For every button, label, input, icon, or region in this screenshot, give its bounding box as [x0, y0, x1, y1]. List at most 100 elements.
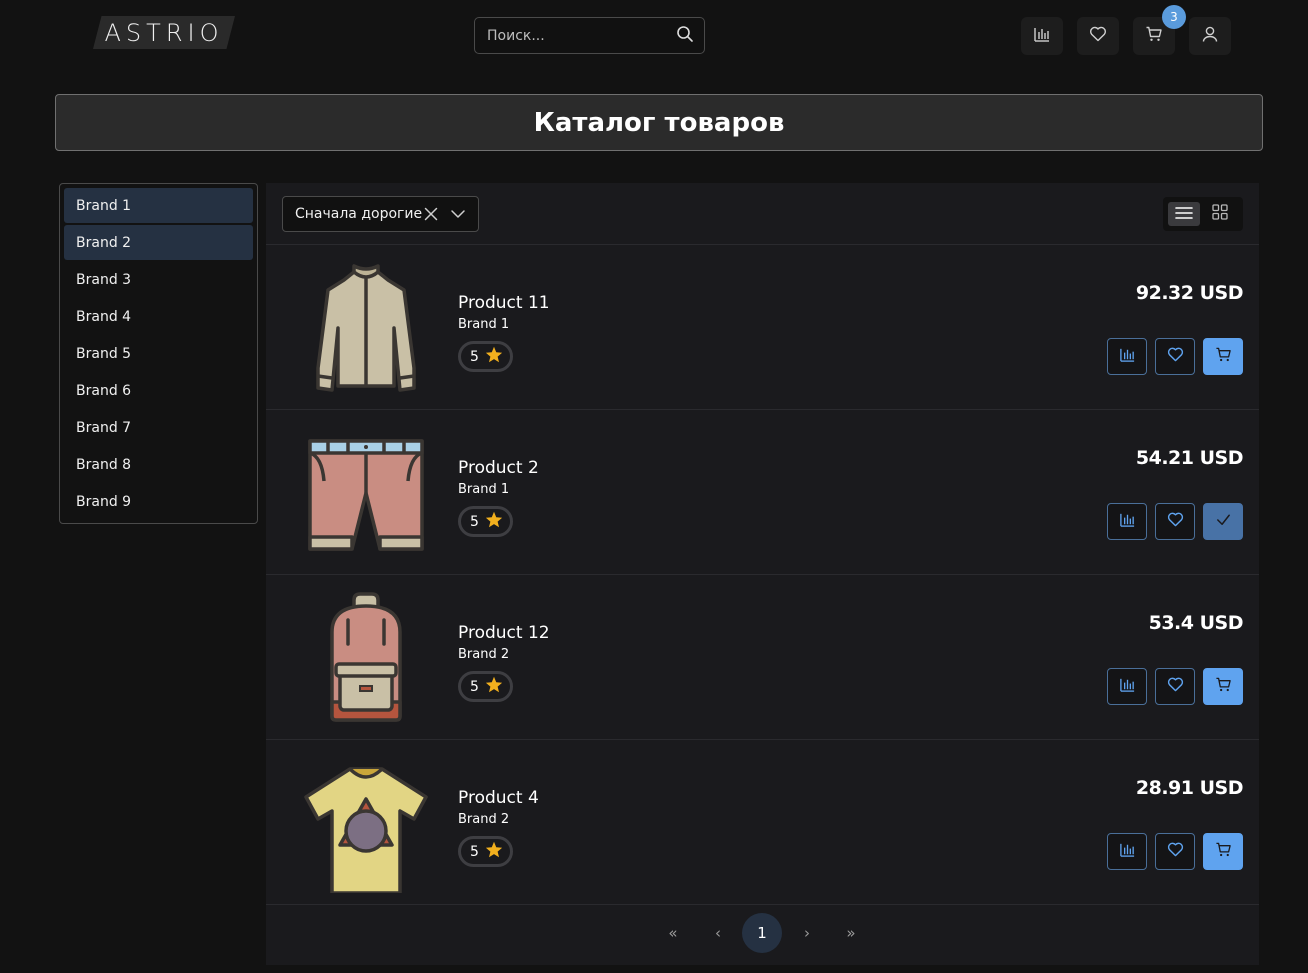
product-price: 28.91 USD	[1135, 777, 1244, 799]
product-row: Product 4 Brand 2 5 28.91 USD	[266, 740, 1259, 905]
add-to-favorites-button[interactable]	[1155, 503, 1195, 540]
add-to-compare-button[interactable]	[1107, 833, 1147, 870]
compare-icon	[1033, 25, 1051, 47]
search-input[interactable]	[487, 27, 676, 44]
brand-filter-item[interactable]: Brand 4	[64, 299, 253, 334]
sort-select[interactable]: Сначала дорогие	[282, 196, 479, 232]
cart-icon	[1215, 841, 1232, 862]
add-to-compare-button[interactable]	[1107, 503, 1147, 540]
sort-value: Сначала дорогие	[295, 206, 423, 222]
brand-filter-label: Brand 1	[76, 197, 132, 214]
brand-filter-item[interactable]: Brand 6	[64, 373, 253, 408]
product-image-shorts[interactable]	[296, 423, 436, 563]
rating-value: 5	[470, 843, 479, 860]
search-icon[interactable]	[676, 25, 694, 47]
brand-filter-label: Brand 3	[76, 271, 132, 288]
list-view-icon	[1175, 205, 1193, 224]
product-image-shirt[interactable]	[296, 258, 436, 398]
add-to-compare-button[interactable]	[1107, 668, 1147, 705]
header-favorites-button[interactable]	[1077, 17, 1119, 55]
clear-icon[interactable]	[423, 206, 439, 222]
brand-filter-label: Brand 4	[76, 308, 132, 325]
rating-value: 5	[470, 348, 479, 365]
compare-icon	[1119, 841, 1136, 862]
add-to-favorites-button[interactable]	[1155, 668, 1195, 705]
add-to-cart-button[interactable]	[1203, 833, 1243, 870]
cart-icon	[1215, 346, 1232, 367]
brand-filter-item[interactable]: Brand 5	[64, 336, 253, 371]
product-image-backpack[interactable]	[296, 588, 436, 728]
product-brand: Brand 2	[458, 647, 510, 662]
view-mode-toggle	[1163, 197, 1243, 231]
add-to-favorites-button[interactable]	[1155, 833, 1195, 870]
rating-value: 5	[470, 678, 479, 695]
brand-filter-item[interactable]: Brand 2	[64, 225, 253, 260]
rating-value: 5	[470, 513, 479, 530]
page-title: Каталог товаров	[533, 107, 785, 138]
first-page-button[interactable]: «	[653, 913, 693, 953]
brand-filter-item[interactable]: Brand 7	[64, 410, 253, 445]
last-page-button[interactable]: »	[831, 913, 871, 953]
brand-filter-label: Brand 6	[76, 382, 132, 399]
cart-icon	[1215, 676, 1232, 697]
brand-filter-sidebar: Brand 1 Brand 2 Brand 3 Brand 4 Brand 5 …	[59, 183, 258, 524]
pagination: « ‹ 1 › »	[266, 913, 1259, 955]
product-price: 92.32 USD	[1135, 282, 1244, 304]
compare-icon	[1119, 676, 1136, 697]
rating-badge: 5	[458, 836, 513, 867]
add-to-compare-button[interactable]	[1107, 338, 1147, 375]
product-row: Product 11 Brand 1 5 92.32 USD	[266, 245, 1259, 410]
brand-filter-item[interactable]: Brand 3	[64, 262, 253, 297]
logo[interactable]: ASTRIO	[93, 16, 235, 49]
product-name[interactable]: Product 4	[458, 788, 539, 808]
product-brand: Brand 1	[458, 317, 510, 332]
add-to-favorites-button[interactable]	[1155, 338, 1195, 375]
product-name[interactable]: Product 11	[458, 293, 550, 313]
logo-text: ASTRIO	[104, 18, 224, 47]
grid-view-button[interactable]	[1204, 202, 1236, 226]
brand-filter-item[interactable]: Brand 1	[64, 188, 253, 223]
brand-filter-label: Brand 7	[76, 419, 132, 436]
product-brand: Brand 1	[458, 482, 510, 497]
brand-filter-item[interactable]: Brand 9	[64, 484, 253, 519]
in-cart-button[interactable]	[1203, 503, 1243, 540]
product-name[interactable]: Product 12	[458, 623, 550, 643]
compare-icon	[1119, 511, 1136, 532]
product-price: 54.21 USD	[1135, 447, 1244, 469]
heart-icon	[1167, 346, 1184, 367]
page-title-bar: Каталог товаров	[55, 94, 1263, 151]
prev-page-button[interactable]: ‹	[698, 913, 738, 953]
product-list-panel: Сначала дорогие Product 11 Brand 1 5 92.…	[266, 183, 1259, 965]
rating-badge: 5	[458, 341, 513, 372]
header-compare-button[interactable]	[1021, 17, 1063, 55]
star-icon	[485, 346, 503, 367]
cart-icon	[1145, 25, 1163, 47]
heart-icon	[1167, 511, 1184, 532]
product-price: 53.4 USD	[1148, 612, 1244, 634]
brand-filter-label: Brand 8	[76, 456, 132, 473]
product-name[interactable]: Product 2	[458, 458, 539, 478]
compare-icon	[1119, 346, 1136, 367]
heart-icon	[1167, 841, 1184, 862]
list-view-button[interactable]	[1168, 202, 1200, 226]
brand-filter-label: Brand 9	[76, 493, 132, 510]
current-page-button[interactable]: 1	[742, 913, 782, 953]
checkmark-icon	[1215, 511, 1232, 532]
cart-count-badge: 3	[1162, 5, 1186, 29]
product-row: Product 12 Brand 2 5 53.4 USD	[266, 575, 1259, 740]
next-page-button[interactable]: ›	[787, 913, 827, 953]
header-account-button[interactable]	[1189, 17, 1231, 55]
chevron-down-icon[interactable]	[450, 206, 466, 222]
search-box[interactable]	[474, 17, 705, 54]
grid-view-icon	[1212, 204, 1228, 224]
add-to-cart-button[interactable]	[1203, 668, 1243, 705]
rating-badge: 5	[458, 671, 513, 702]
product-row: Product 2 Brand 1 5 54.21 USD	[266, 410, 1259, 575]
product-image-tshirt[interactable]	[296, 753, 436, 895]
brand-filter-item[interactable]: Brand 8	[64, 447, 253, 482]
list-toolbar: Сначала дорогие	[266, 183, 1259, 245]
star-icon	[485, 841, 503, 862]
add-to-cart-button[interactable]	[1203, 338, 1243, 375]
heart-icon	[1167, 676, 1184, 697]
brand-filter-label: Brand 5	[76, 345, 132, 362]
